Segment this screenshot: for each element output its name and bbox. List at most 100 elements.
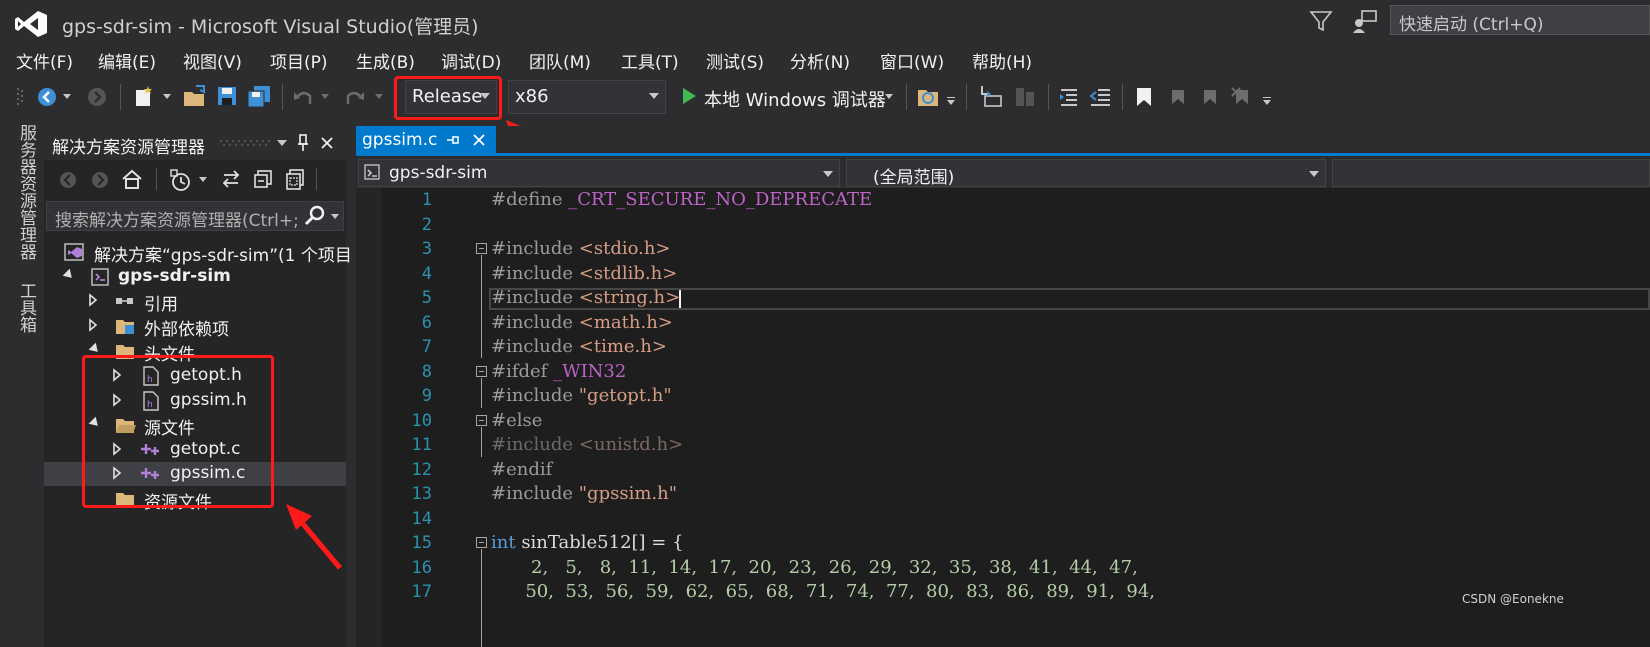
menu-analyze[interactable]: 分析(N) [790, 48, 850, 73]
project-context-select[interactable]: gps-sdr-sim [358, 159, 840, 187]
menu-help[interactable]: 帮助(H) [972, 48, 1032, 73]
scope-value: (全局范围) [873, 168, 955, 188]
fold-toggle-icon[interactable] [476, 415, 487, 426]
save-icon[interactable] [216, 85, 238, 107]
code-line: int sinTable512[] = { [491, 532, 684, 553]
menu-debug[interactable]: 调试(D) [441, 48, 501, 73]
menu-view[interactable]: 视图(V) [183, 48, 242, 73]
server-explorer-tab[interactable]: 服务器资源管理器 [14, 124, 39, 260]
solution-platform-select[interactable]: x86 [508, 80, 666, 114]
fold-toggle-icon[interactable] [476, 243, 487, 254]
step-out-icon[interactable] [1012, 84, 1038, 110]
visual-studio-logo-icon [15, 11, 47, 37]
code-line: #include <unistd.h> [491, 434, 684, 455]
menu-build[interactable]: 生成(B) [356, 48, 415, 73]
fold-guide [481, 378, 482, 408]
uncomment-lines-icon[interactable] [1088, 86, 1112, 108]
tree-solution[interactable]: 解决方案“gps-sdr-sim”(1 个项目 [44, 240, 352, 266]
navigate-forward-icon[interactable] [86, 86, 108, 108]
tree-references[interactable]: 引用 [44, 289, 346, 315]
se-back-icon[interactable] [58, 170, 78, 190]
drag-grip-icon[interactable] [218, 138, 276, 148]
redo-dropdown-icon[interactable] [374, 92, 384, 100]
highlight-box [82, 355, 274, 508]
toolbar-separator [906, 84, 907, 110]
tree-external-dependencies[interactable]: 外部依赖项 [44, 314, 346, 340]
tree-label: gps-sdr-sim [118, 266, 231, 286]
window-position-dropdown-icon[interactable] [276, 137, 288, 149]
menu-test[interactable]: 测试(S) [706, 48, 764, 73]
line-number: 7 [421, 337, 432, 357]
toolbar-grip-icon[interactable] [14, 86, 30, 108]
save-all-icon[interactable] [246, 84, 272, 108]
pin-icon[interactable] [296, 134, 310, 152]
se-forward-icon[interactable] [90, 170, 110, 190]
undo-icon[interactable] [292, 86, 314, 108]
line-number: 14 [411, 508, 432, 529]
scope-select[interactable]: (全局范围) [846, 159, 1326, 188]
pending-changes-filter-icon[interactable] [168, 168, 194, 192]
notification-filter-icon[interactable] [1308, 8, 1334, 34]
find-in-files-icon[interactable] [916, 84, 944, 110]
toolbar-overflow-icon[interactable] [1262, 96, 1272, 106]
open-file-icon[interactable] [182, 84, 208, 108]
debugger-dropdown-icon[interactable] [884, 92, 894, 100]
fold-toggle-icon[interactable] [476, 537, 487, 548]
chevron-down-icon [823, 171, 833, 177]
previous-bookmark-icon[interactable] [1166, 86, 1188, 108]
tree-label: 引用 [144, 295, 178, 315]
cpp-project-icon [364, 164, 380, 180]
start-debug-icon[interactable] [680, 86, 698, 106]
expanded-icon [88, 342, 102, 356]
new-dropdown-icon[interactable] [162, 92, 172, 100]
undo-dropdown-icon[interactable] [320, 92, 330, 100]
line-number: 3 [421, 239, 432, 259]
member-select[interactable] [1332, 159, 1650, 187]
close-tab-icon[interactable] [472, 133, 486, 147]
step-into-icon[interactable] [978, 84, 1004, 110]
solution-explorer-search-input[interactable]: 搜索解决方案资源管理器(Ctrl+; [46, 201, 344, 231]
line-number: 5 [421, 288, 432, 308]
editor-tab-strip [356, 126, 1650, 154]
start-debugger-button[interactable]: 本地 Windows 调试器 [704, 86, 886, 112]
toolbar-overflow-icon[interactable] [946, 96, 956, 106]
quick-launch-input[interactable]: 快速启动 (Ctrl+Q) [1390, 5, 1650, 35]
highlight-box [394, 76, 502, 120]
feedback-icon[interactable] [1352, 8, 1380, 34]
filter-dropdown-icon[interactable] [198, 175, 208, 183]
pin-tab-icon[interactable] [446, 133, 460, 147]
menu-file[interactable]: 文件(F) [16, 48, 73, 73]
project-context-value: gps-sdr-sim [389, 163, 488, 183]
line-number: 10 [411, 410, 432, 431]
collapsed-icon [89, 318, 98, 332]
fold-toggle-icon[interactable] [476, 366, 487, 377]
collapsed-icon [89, 293, 98, 307]
tree-project[interactable]: gps-sdr-sim [44, 265, 346, 289]
editor-margin [356, 188, 382, 647]
menu-team[interactable]: 团队(M) [529, 48, 591, 73]
fold-guide [481, 549, 482, 647]
close-icon[interactable] [320, 136, 334, 150]
line-number: 12 [411, 459, 432, 480]
collapse-all-icon[interactable] [252, 168, 274, 190]
next-bookmark-icon[interactable] [1198, 86, 1220, 108]
bookmark-icon[interactable] [1134, 86, 1154, 108]
redo-icon[interactable] [344, 86, 366, 108]
toolbar-separator [282, 84, 283, 110]
menu-project[interactable]: 项目(P) [270, 48, 328, 73]
home-icon[interactable] [120, 168, 144, 190]
comment-lines-icon[interactable] [1058, 86, 1080, 108]
solution-explorer-title: 解决方案资源管理器 [52, 138, 205, 158]
toolbox-tab[interactable]: 工具箱 [14, 282, 39, 333]
search-icon[interactable] [304, 205, 326, 227]
menu-window[interactable]: 窗口(W) [880, 48, 944, 73]
menu-tools[interactable]: 工具(T) [621, 48, 679, 73]
menu-edit[interactable]: 编辑(E) [98, 48, 156, 73]
sync-with-document-icon[interactable] [220, 168, 242, 190]
search-options-dropdown-icon[interactable] [330, 212, 340, 220]
navigate-back-icon[interactable] [36, 86, 58, 108]
back-dropdown-icon[interactable] [62, 92, 72, 100]
new-project-icon[interactable] [132, 84, 156, 108]
clear-bookmarks-icon[interactable] [1230, 86, 1252, 108]
show-all-files-icon[interactable] [284, 168, 306, 190]
